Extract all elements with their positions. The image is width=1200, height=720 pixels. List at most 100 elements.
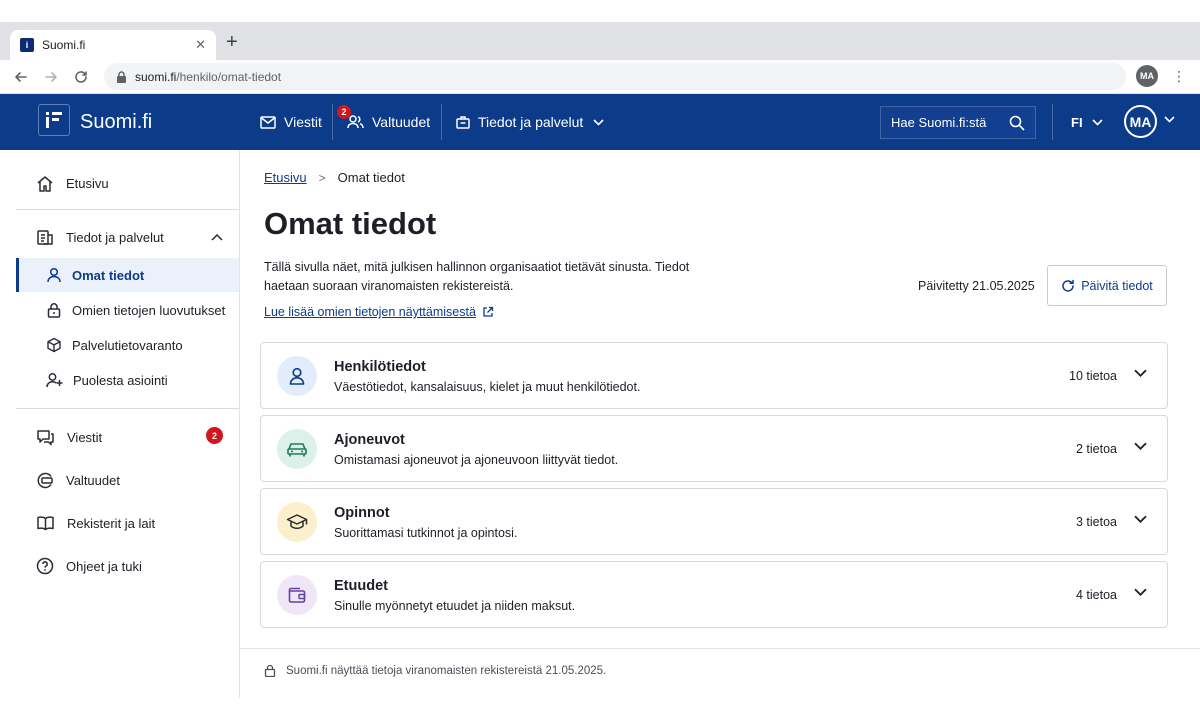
sidebar-item-registers[interactable]: Rekisterit ja lait <box>16 506 239 540</box>
briefcase-icon <box>456 116 470 129</box>
url-host: suomi.fi <box>135 69 177 84</box>
sidebar-item-mandates[interactable]: Valtuudet <box>16 463 239 497</box>
category-title: Ajoneuvot <box>334 432 405 448</box>
chevron-down-icon[interactable] <box>1134 588 1147 596</box>
chevron-down-icon[interactable] <box>1134 442 1147 450</box>
chevron-down-icon[interactable] <box>1134 515 1147 523</box>
footer-note-text: Suomi.fi näyttää tietoja viranomaisten r… <box>286 664 607 677</box>
lock-icon <box>116 70 127 83</box>
forward-icon[interactable] <box>41 67 61 87</box>
back-icon[interactable] <box>11 67 31 87</box>
chevron-down-icon <box>593 118 604 126</box>
nav-divider <box>332 104 333 140</box>
browser-tab[interactable]: i Suomi.fi ✕ <box>10 30 216 60</box>
book-icon <box>37 516 54 531</box>
footer-note: Suomi.fi näyttää tietoja viranomaisten r… <box>264 664 606 677</box>
chevron-right-icon: > <box>318 170 326 185</box>
user-avatar[interactable]: MA <box>1124 105 1157 138</box>
category-title: Etuudet <box>334 578 388 594</box>
refresh-data-button[interactable]: Päivitä tiedot <box>1047 265 1167 306</box>
messages-notification-badge: 2 <box>206 427 223 444</box>
browser-profile-avatar[interactable]: MA <box>1136 65 1158 87</box>
category-count: 4 tietoa <box>1075 588 1117 602</box>
chevron-down-icon[interactable] <box>1164 116 1175 123</box>
wallet-icon <box>277 575 317 615</box>
reload-icon[interactable] <box>71 67 91 87</box>
category-count: 2 tietoa <box>1075 442 1117 456</box>
sidebar-divider <box>16 209 239 210</box>
close-tab-icon[interactable]: ✕ <box>195 37 206 53</box>
sidebar-item-label: Ohjeet ja tuki <box>66 558 142 574</box>
envelope-icon <box>260 115 276 129</box>
nav-services[interactable]: Tiedot ja palvelut <box>456 94 604 150</box>
category-description: Sinulle myönnetyt etuudet ja niiden maks… <box>334 599 576 613</box>
sidebar-item-label: Valtuudet <box>66 472 120 488</box>
category-description: Suorittamasi tutkinnot ja opintosi. <box>334 526 518 540</box>
chevron-down-icon[interactable] <box>1134 369 1147 377</box>
person-icon <box>47 267 61 283</box>
sidebar-item-service-catalogue[interactable]: Palvelutietovaranto <box>16 328 239 362</box>
site-search[interactable] <box>880 106 1036 139</box>
logo-text[interactable]: Suomi.fi <box>80 111 152 134</box>
sidebar-item-data-disclosures[interactable]: Omien tietojen luovutukset <box>16 293 239 327</box>
help-icon <box>36 557 54 575</box>
url-path: /henkilo/omat-tiedot <box>176 69 282 84</box>
refresh-icon <box>1062 279 1074 292</box>
sidebar-item-label: Etusivu <box>66 175 109 191</box>
mandate-icon <box>37 472 53 488</box>
sidebar-item-home[interactable]: Etusivu <box>16 166 239 200</box>
nav-services-label: Tiedot ja palvelut <box>478 114 584 130</box>
address-bar[interactable]: suomi.fi/henkilo/omat-tiedot <box>104 63 1126 90</box>
nav-divider <box>1052 104 1053 140</box>
sidebar-group-services[interactable]: Tiedot ja palvelut <box>16 220 239 254</box>
category-description: Omistamasi ajoneuvot ja ajoneuvoon liitt… <box>334 453 619 467</box>
sidebar-item-label: Viestit <box>67 429 103 445</box>
category-card-vehicles[interactable]: Ajoneuvot Omistamasi ajoneuvot ja ajoneu… <box>260 415 1168 482</box>
new-tab-icon[interactable]: + <box>226 32 238 52</box>
page-title: Omat tiedot <box>264 206 437 241</box>
category-card-personal[interactable]: Henkilötiedot Väestötiedot, kansalaisuus… <box>260 342 1168 409</box>
page-intro: Tällä sivulla näet, mitä julkisen hallin… <box>264 260 690 293</box>
tab-title: Suomi.fi <box>42 38 86 52</box>
category-title: Henkilötiedot <box>334 359 426 375</box>
cube-icon <box>47 337 61 353</box>
refresh-data-label: Päivitä tiedot <box>1081 278 1153 293</box>
graduation-cap-icon <box>277 502 317 542</box>
chevron-up-icon[interactable] <box>211 234 223 241</box>
browser-menu-icon[interactable]: ⋮ <box>1172 68 1186 84</box>
external-link-icon <box>483 306 494 317</box>
nav-messages-label: Viestit <box>284 114 322 130</box>
mandates-notification-badge: 2 <box>337 105 351 119</box>
breadcrumb-home-link[interactable]: Etusivu <box>264 170 307 185</box>
sidebar-item-omat-tiedot[interactable]: Omat tiedot <box>16 258 239 292</box>
language-label: FI <box>1071 114 1083 130</box>
site-header: Suomi.fi Viestit Valtuudet 2 Tiedot ja p… <box>0 94 1200 150</box>
suomi-logo-icon[interactable] <box>38 104 70 136</box>
category-description: Väestötiedot, kansalaisuus, kielet ja mu… <box>334 380 641 394</box>
sidebar-item-proxy[interactable]: Puolesta asiointi <box>16 363 239 397</box>
language-selector[interactable]: FI <box>1071 94 1103 150</box>
search-icon[interactable] <box>1009 115 1025 131</box>
search-input[interactable] <box>891 115 1009 130</box>
nav-messages[interactable]: Viestit <box>260 94 322 150</box>
home-icon <box>37 175 53 192</box>
breadcrumb: Etusivu > Omat tiedot <box>264 170 405 185</box>
category-title: Opinnot <box>334 505 390 521</box>
chevron-down-icon <box>1091 118 1103 126</box>
sidebar-item-label: Tiedot ja palvelut <box>66 229 164 245</box>
breadcrumb-current: Omat tiedot <box>337 170 405 185</box>
people-icon <box>347 115 364 129</box>
browser-tabstrip: i Suomi.fi ✕ + <box>0 22 1200 60</box>
chat-icon <box>37 429 54 445</box>
read-more-label: Lue lisää omien tietojen näyttämisestä <box>264 305 476 319</box>
read-more-link[interactable]: Lue lisää omien tietojen näyttämisestä <box>264 305 494 319</box>
person-icon <box>277 356 317 396</box>
category-card-benefits[interactable]: Etuudet Sinulle myönnetyt etuudet ja nii… <box>260 561 1168 628</box>
nav-divider <box>441 104 442 140</box>
nav-mandates[interactable]: Valtuudet <box>347 94 430 150</box>
favicon-icon: i <box>20 38 34 52</box>
footer-divider <box>240 648 1200 649</box>
sidebar-item-help[interactable]: Ohjeet ja tuki <box>16 549 239 583</box>
category-card-studies[interactable]: Opinnot Suorittamasi tutkinnot ja opinto… <box>260 488 1168 555</box>
sidebar-item-label: Omat tiedot <box>72 267 145 283</box>
